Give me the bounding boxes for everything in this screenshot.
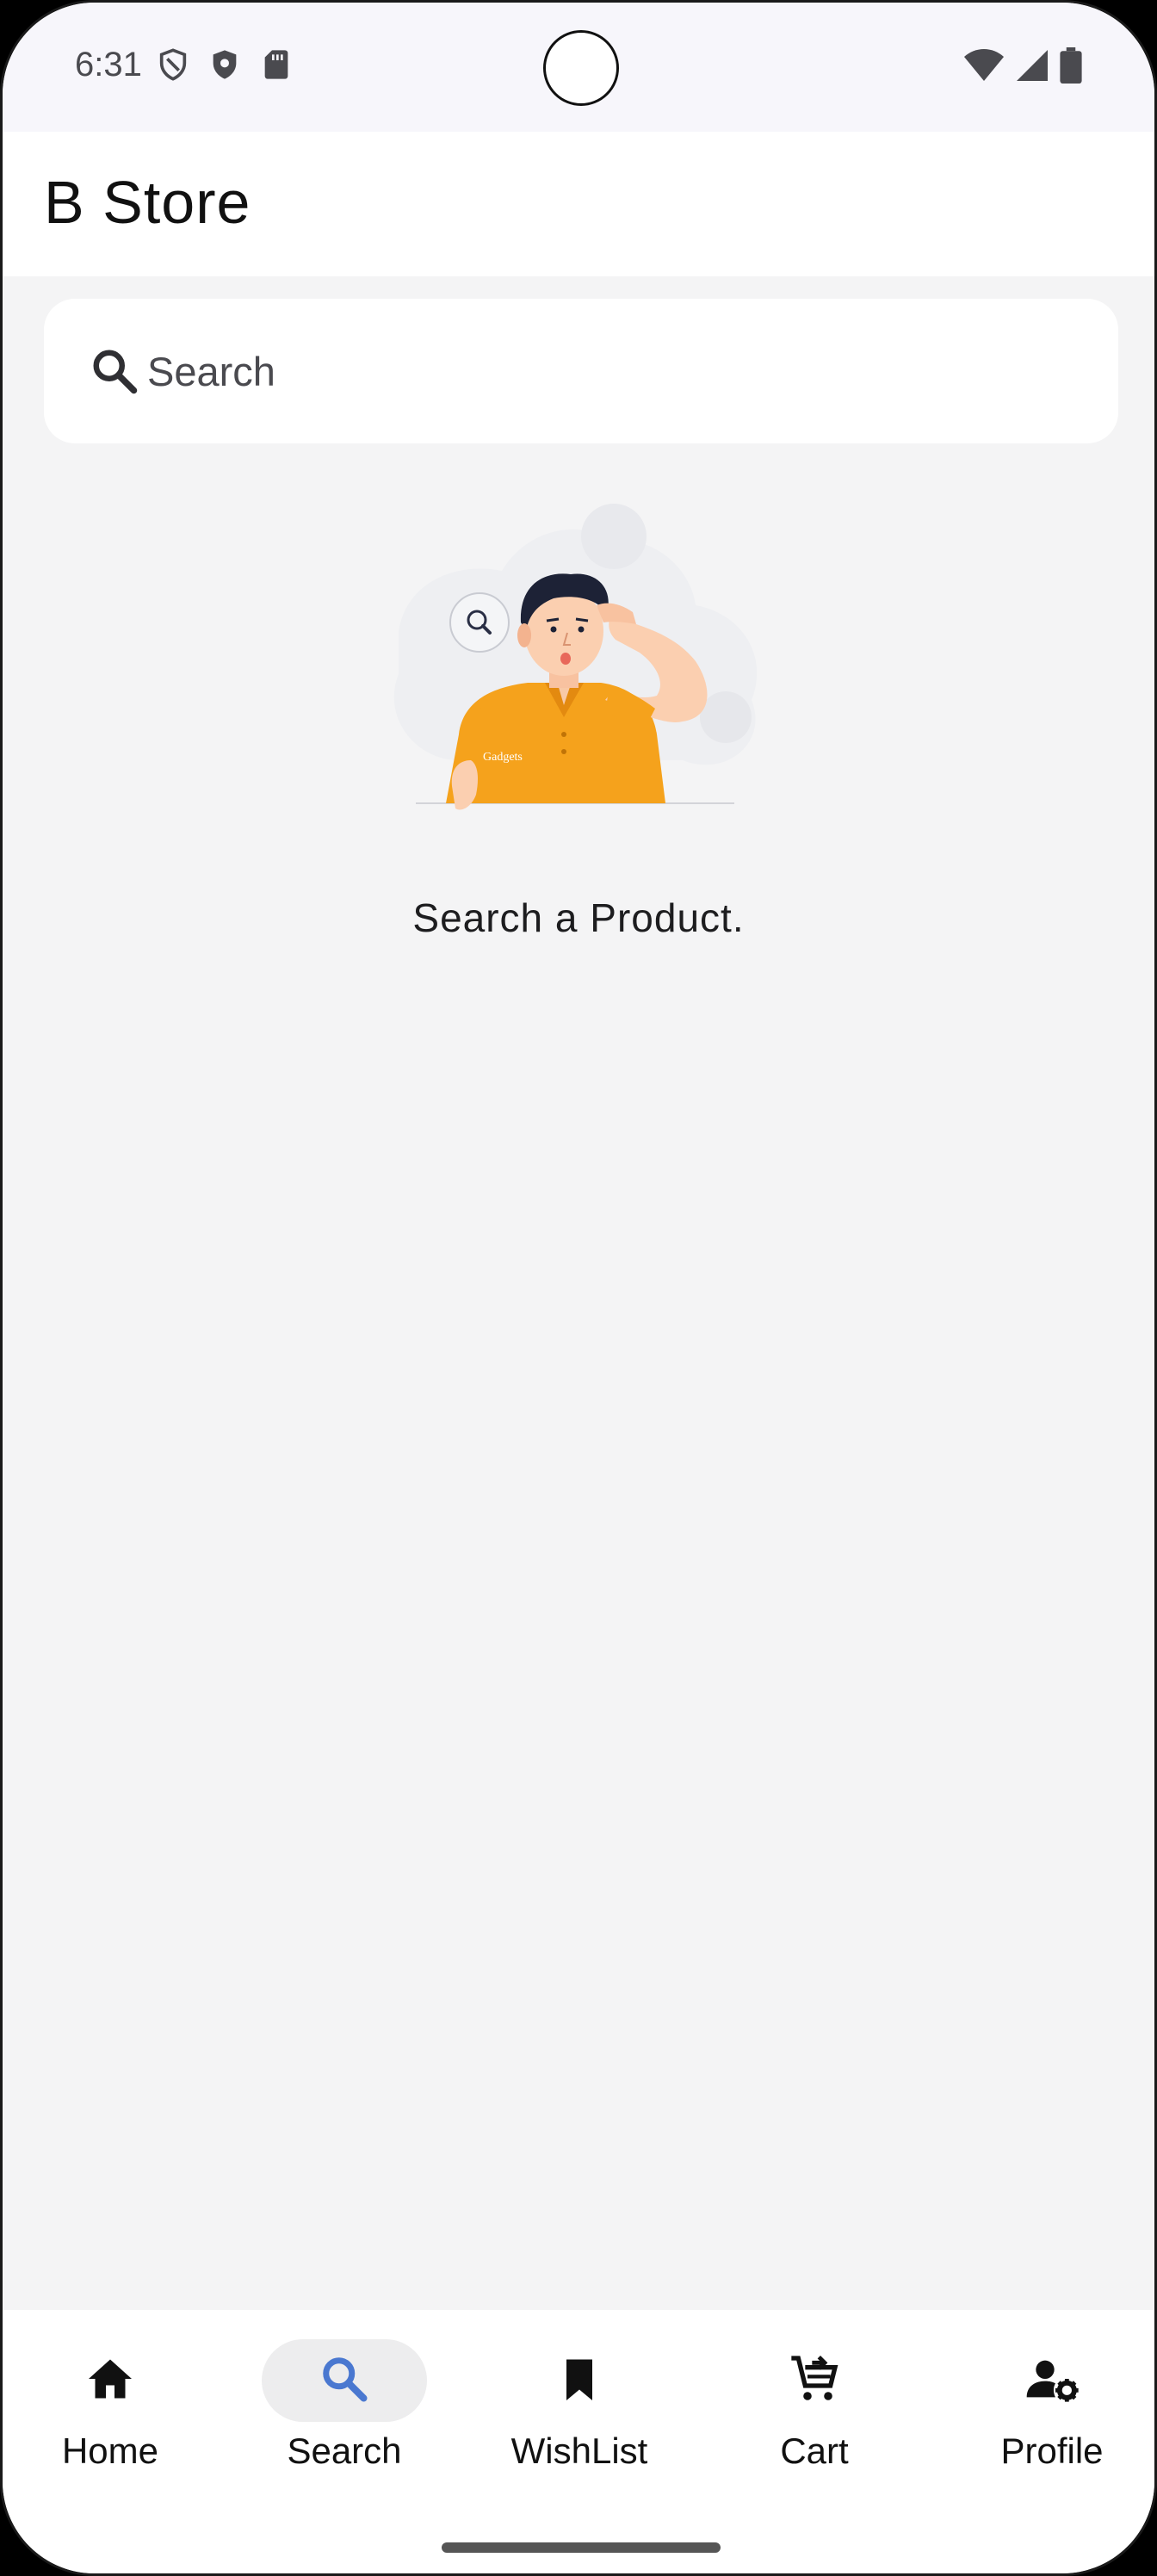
home-icon (84, 2353, 136, 2409)
signal-icon (1015, 48, 1049, 87)
nav-label-home: Home (61, 2430, 159, 2471)
battery-icon (1060, 47, 1082, 88)
front-camera (543, 30, 619, 106)
search-input[interactable] (147, 299, 1077, 443)
sd-card-icon (259, 47, 294, 82)
nav-item-search[interactable]: Search (237, 2339, 452, 2486)
nav-pill-wishlist (497, 2339, 662, 2422)
nav-label-cart: Cart (780, 2430, 849, 2471)
page-title: B Store (44, 169, 251, 236)
search-icon (319, 2353, 370, 2409)
cart-icon (787, 2351, 842, 2411)
wifi-icon (963, 48, 1005, 87)
nav-pill-cart (732, 2339, 897, 2422)
nav-item-wishlist[interactable]: WishList (472, 2339, 687, 2486)
vpn-shield-icon (156, 47, 190, 82)
nav-pill-search (262, 2339, 427, 2422)
app-bar: B Store (3, 132, 1154, 276)
status-bar: 6:31 (3, 3, 1154, 132)
person-searching-illustration: Gadgets (381, 502, 777, 838)
nav-item-home[interactable]: Home (3, 2339, 218, 2486)
shield-icon (207, 47, 242, 82)
status-icons-left (156, 47, 294, 82)
nav-pill-profile (969, 2339, 1135, 2422)
nav-label-profile: Profile (1000, 2430, 1104, 2471)
nav-item-profile[interactable]: Profile (944, 2339, 1154, 2486)
bottom-navigation: Home Search WishList Cart Profile (3, 2310, 1154, 2573)
nav-label-search: Search (287, 2430, 402, 2471)
profile-settings-icon (1024, 2351, 1080, 2411)
nav-pill-home (28, 2339, 193, 2422)
search-icon (89, 345, 140, 397)
nav-item-cart[interactable]: Cart (707, 2339, 922, 2486)
status-icons-right (963, 47, 1082, 88)
phone-screen: 6:31 B Store Search Gadgets Search a Pro… (0, 0, 1157, 2576)
search-bar[interactable] (44, 299, 1118, 443)
bookmark-icon (554, 2353, 605, 2409)
svg-text:Gadgets: Gadgets (483, 751, 523, 764)
home-indicator[interactable] (442, 2542, 721, 2553)
empty-state-message: Search a Product. (412, 895, 745, 940)
nav-label-wishlist: WishList (510, 2430, 648, 2471)
status-time: 6:31 (75, 46, 142, 84)
